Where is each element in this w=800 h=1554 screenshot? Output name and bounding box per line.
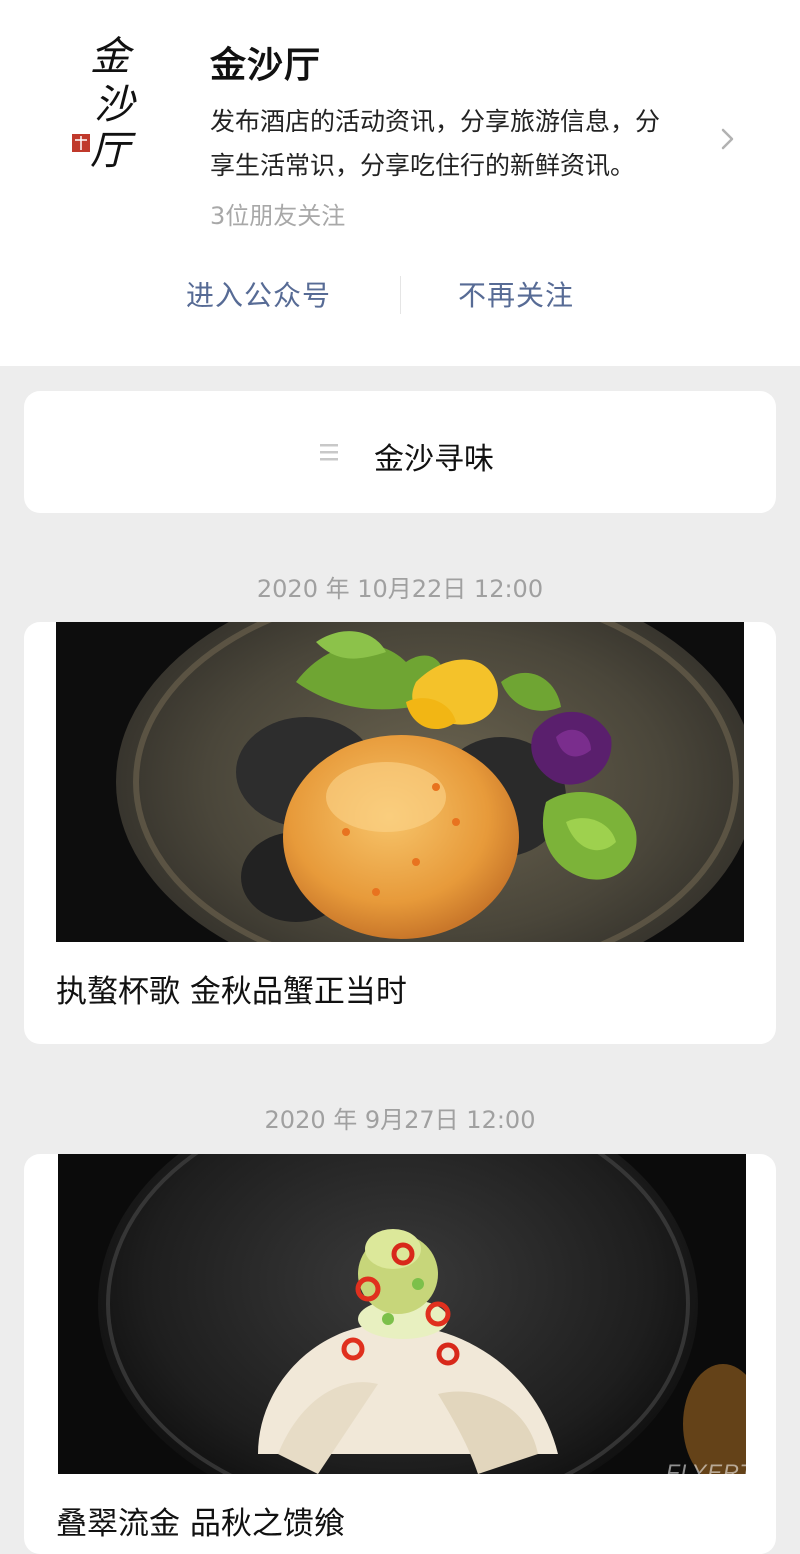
account-header: 金 沙 厅 金沙厅 发布酒店的活动资讯，分享旅游信息，分 享生活常识，分享吃住行… [0, 0, 800, 366]
svg-text:厅: 厅 [90, 128, 136, 174]
crab-dish-photo [56, 622, 744, 942]
article-title[interactable]: 叠翠流金 品秋之馈飨 [56, 1498, 345, 1543]
description-line-1: 发布酒店的活动资讯，分享旅游信息，分 [210, 107, 661, 136]
article-title[interactable]: 执螯杯歌 金秋品蟹正当时 [56, 966, 407, 1011]
article-cover-image[interactable] [58, 1154, 746, 1474]
followers-count: 3位朋友关注 [210, 202, 346, 230]
menu-item-card[interactable]: 金沙寻味 [24, 391, 776, 513]
squid-dish-photo [58, 1154, 746, 1474]
watermark-sub: 飞客 [692, 1487, 749, 1520]
svg-text:金: 金 [90, 34, 135, 80]
article-card[interactable]: 执螯杯歌 金秋品蟹正当时 [24, 622, 776, 1044]
menu-list-icon [320, 444, 338, 461]
enter-account-button[interactable]: 进入公众号 [186, 274, 331, 314]
watermark-logo: FLYERT 飞客 [666, 1460, 786, 1530]
article-date: 2020 年 9月27日 12:00 [264, 1106, 536, 1134]
menu-label: 金沙寻味 [374, 442, 494, 477]
chevron-right-icon[interactable] [716, 124, 740, 154]
account-name: 金沙厅 [210, 45, 322, 86]
account-description: 发布酒店的活动资讯，分享旅游信息，分 享生活常识，分享吃住行的新鲜资讯。 [210, 100, 710, 188]
article-date: 2020 年 10月22日 12:00 [256, 575, 544, 603]
unfollow-button[interactable]: 不再关注 [458, 274, 574, 314]
account-logo: 金 沙 厅 [72, 34, 137, 174]
svg-text:沙: 沙 [94, 82, 137, 128]
article-cover-image[interactable] [56, 622, 744, 942]
description-line-2: 享生活常识，分享吃住行的新鲜资讯。 [210, 151, 636, 180]
action-divider [400, 276, 401, 314]
article-card[interactable]: 叠翠流金 品秋之馈飨 [24, 1154, 776, 1554]
